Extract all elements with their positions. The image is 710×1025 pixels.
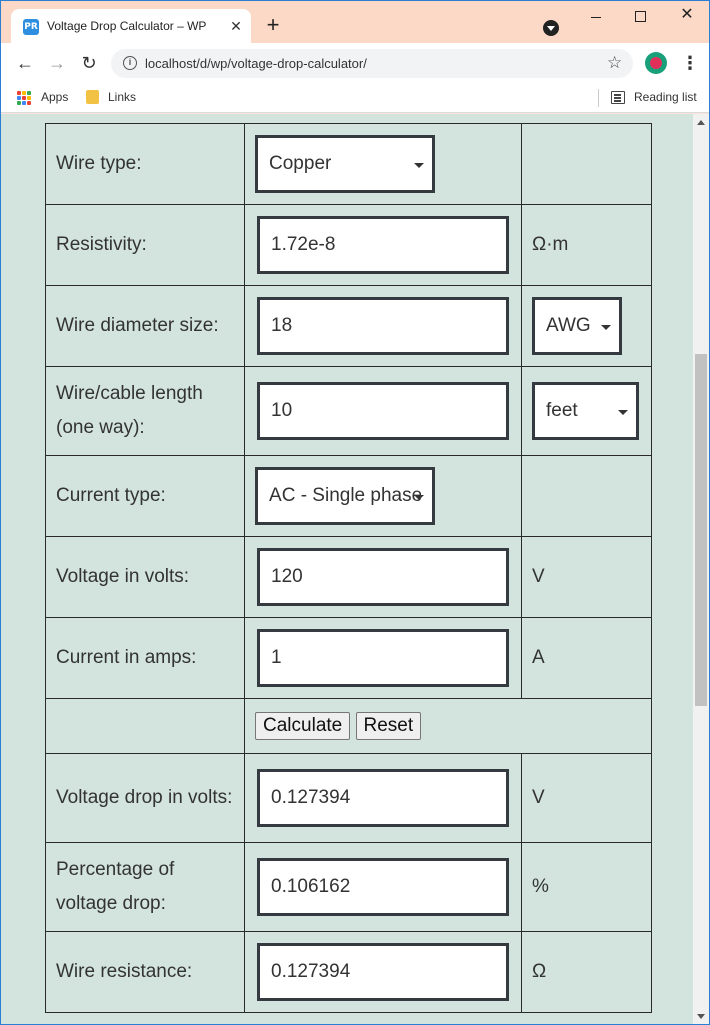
unit-label: % — [521, 842, 652, 932]
chevron-down-icon — [414, 495, 425, 500]
bookmark-links[interactable]: Links — [108, 90, 136, 104]
table-row: Voltage in volts: 120 V — [44, 536, 652, 618]
bookmarks-bar: Apps Links Reading list — [1, 83, 709, 113]
row-label: Resistivity: — [44, 204, 246, 286]
tab-title: Voltage Drop Calculator – WP — [47, 19, 207, 33]
scrollbar-thumb[interactable] — [695, 354, 707, 706]
scroll-up-arrow-icon[interactable] — [697, 120, 705, 125]
vertical-scrollbar[interactable] — [693, 114, 709, 1024]
wire-diameter-input[interactable]: 18 — [257, 297, 510, 355]
tab-voltage-drop-calculator[interactable]: PR Voltage Drop Calculator – WP ✕ — [11, 9, 251, 43]
table-row: Current type: AC - Single phase — [44, 455, 652, 537]
calculate-button[interactable]: Calculate — [255, 712, 351, 740]
current-type-select[interactable]: AC - Single phase — [255, 467, 436, 525]
unit-label: Ω·m — [521, 204, 652, 286]
bookmark-star-icon[interactable]: ☆ — [607, 53, 622, 73]
row-label: Current in amps: — [44, 617, 246, 699]
browser-window: PR Voltage Drop Calculator – WP ✕ + ✕ ← … — [0, 0, 710, 1025]
reset-button[interactable]: Reset — [355, 712, 422, 740]
site-favicon-icon: PR — [23, 19, 39, 35]
row-label: Wire diameter size: — [44, 285, 246, 367]
url-text[interactable]: localhost/d/wp/voltage-drop-calculator/ — [145, 56, 367, 71]
browser-toolbar: ← → ↻ i localhost/d/wp/voltage-drop-calc… — [1, 43, 709, 83]
chevron-down-icon — [618, 410, 629, 415]
table-row: Calculate Reset — [44, 698, 652, 754]
window-close-button[interactable]: ✕ — [679, 7, 695, 23]
tab-search-icon[interactable] — [543, 20, 559, 36]
length-unit-select[interactable]: feet — [532, 382, 640, 440]
voltage-drop-output[interactable]: 0.127394 — [257, 769, 510, 827]
table-row: Wire/cable length (one way): 10 feet — [44, 366, 652, 456]
table-row: Wire diameter size: 18 AWG — [44, 285, 652, 367]
resistivity-input[interactable]: 1.72e-8 — [257, 216, 510, 274]
reload-icon[interactable]: ↻ — [77, 51, 101, 75]
wire-length-input[interactable]: 10 — [257, 382, 510, 440]
chevron-down-icon — [414, 163, 425, 168]
calculator-table: Wire type: Copper Resistivity: 1.72e-8 Ω… — [44, 123, 652, 1013]
unit-label: A — [521, 617, 652, 699]
tab-strip: PR Voltage Drop Calculator – WP ✕ + ✕ — [1, 1, 709, 43]
row-label: Percentage of voltage drop: — [44, 842, 246, 932]
unit-cell — [521, 455, 652, 537]
table-row: Percentage of voltage drop: 0.106162 % — [44, 842, 652, 932]
minimize-button[interactable] — [589, 9, 605, 25]
address-bar[interactable]: i localhost/d/wp/voltage-drop-calculator… — [111, 49, 633, 78]
new-tab-button[interactable]: + — [263, 14, 283, 36]
scroll-down-arrow-icon[interactable] — [697, 1014, 705, 1019]
select-value: AWG — [546, 315, 591, 336]
apps-grid-icon[interactable] — [17, 91, 31, 105]
maximize-button[interactable] — [635, 11, 646, 22]
row-label: Wire/cable length (one way): — [44, 366, 246, 456]
table-row: Current in amps: 1 A — [44, 617, 652, 699]
row-label: Wire resistance: — [44, 931, 246, 1013]
table-row: Resistivity: 1.72e-8 Ω·m — [44, 204, 652, 286]
profile-avatar[interactable] — [645, 52, 667, 74]
reading-list-button[interactable]: Reading list — [634, 90, 697, 104]
voltage-input[interactable]: 120 — [257, 548, 510, 606]
bookmarks-divider — [598, 89, 599, 107]
page-content: Wire type: Copper Resistivity: 1.72e-8 Ω… — [1, 114, 693, 1024]
row-label: Wire type: — [44, 123, 246, 205]
unit-label: Ω — [521, 931, 652, 1013]
reading-list-icon[interactable] — [611, 91, 625, 104]
percentage-drop-output[interactable]: 0.106162 — [257, 858, 510, 916]
chevron-down-icon — [601, 325, 612, 330]
wire-resistance-output[interactable]: 0.127394 — [257, 943, 510, 1001]
row-label: Voltage in volts: — [44, 536, 246, 618]
select-value: feet — [546, 400, 578, 421]
row-label: Voltage drop in volts: — [44, 753, 246, 843]
wire-type-select[interactable]: Copper — [255, 135, 436, 193]
select-value: AC - Single phase — [269, 485, 422, 506]
current-input[interactable]: 1 — [257, 629, 510, 687]
back-arrow-icon[interactable]: ← — [13, 51, 37, 75]
forward-arrow-icon[interactable]: → — [45, 51, 69, 75]
tab-close-icon[interactable]: ✕ — [227, 17, 245, 35]
diameter-unit-select[interactable]: AWG — [532, 297, 623, 355]
unit-cell — [521, 123, 652, 205]
browser-menu-icon[interactable]: ⋮ — [681, 51, 699, 75]
table-row: Wire resistance: 0.127394 Ω — [44, 931, 652, 1013]
select-value: Copper — [269, 153, 332, 174]
table-row: Wire type: Copper — [44, 123, 652, 205]
folder-icon[interactable] — [86, 90, 99, 104]
unit-label: V — [521, 753, 652, 843]
bookmark-apps[interactable]: Apps — [41, 90, 68, 104]
row-label: Current type: — [44, 455, 246, 537]
site-info-icon[interactable]: i — [123, 56, 137, 70]
table-row: Voltage drop in volts: 0.127394 V — [44, 753, 652, 843]
unit-label: V — [521, 536, 652, 618]
